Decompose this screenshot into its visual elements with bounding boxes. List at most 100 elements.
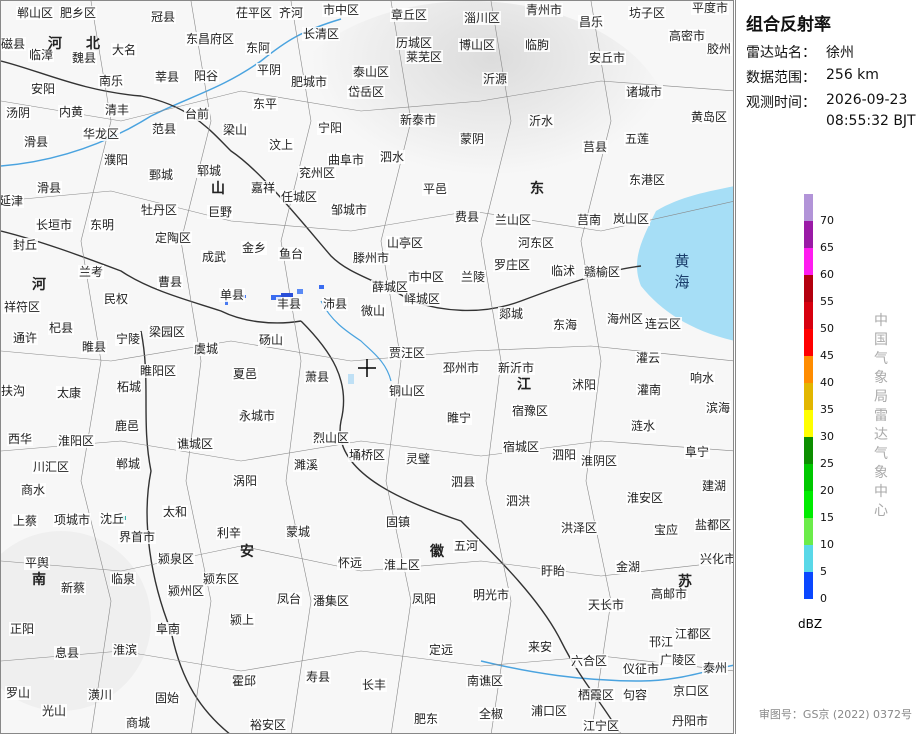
place-label: 莒南 [575,213,603,227]
place-label: 长垣市 [34,218,74,232]
place-label: 商城 [124,716,152,730]
legend-value: 45 [820,349,834,362]
place-label: 泰州 [701,661,729,675]
place-label: 清丰 [103,103,131,117]
place-label: 京口区 [671,684,711,698]
place-label: 邳州市 [441,361,481,375]
radar-station-marker[interactable] [358,359,376,377]
place-label: 建湖 [700,479,728,493]
place-label: 沈丘 [98,512,126,526]
place-label: 淮上区 [382,558,422,572]
place-label: 阳谷 [192,69,220,83]
place-label: 栖霞区 [576,688,616,702]
place-label: 历城区 [394,36,434,50]
place-label: 郓城 [195,164,223,178]
place-label: 霍邱 [230,674,258,688]
place-label: 茌平区 [234,6,274,20]
place-label: 泗县 [449,475,477,489]
legend-swatch [804,410,813,437]
place-label: 金湖 [614,560,642,574]
place-label: 涡阳 [231,474,259,488]
place-label: 沂水 [527,114,555,128]
place-label: 定陶区 [153,231,193,245]
legend-swatch [804,464,813,491]
place-label: 郯城 [497,307,525,321]
place-label: 颍州区 [166,584,206,598]
place-label: 夏邑 [231,367,259,381]
place-label: 项城市 [52,513,92,527]
legend-swatch [804,302,813,329]
place-label: 江都区 [673,627,713,641]
place-label: 明光市 [471,588,511,602]
place-label: 高密市 [667,29,707,43]
place-label: 郸城 [114,457,142,471]
legend-swatch [804,221,813,248]
legend-unit: dBZ [798,617,823,631]
place-label: 东昌府区 [184,32,236,46]
place-label: 长丰 [360,678,388,692]
place-label: 莘县 [153,70,181,84]
place-label: 兰考 [77,265,105,279]
place-label: 虞城 [192,342,220,356]
place-label: 南乐 [97,74,125,88]
place-label: 颍泉区 [156,552,196,566]
echo-cell [319,285,324,289]
place-label: 沂源 [481,72,509,86]
legend-value: 40 [820,376,834,389]
legend-swatch [804,572,813,599]
place-label: 来安 [526,640,554,654]
place-label: 梁园区 [147,325,187,339]
sea-label: 黄海 [674,252,702,291]
place-label: 睢阳区 [138,364,178,378]
place-label: 扶沟 [0,384,27,398]
place-label: 响水 [688,371,716,385]
place-label: 坊子区 [627,6,667,20]
place-label: 安丘市 [587,51,627,65]
place-label: 五河 [452,539,480,553]
place-label: 利辛 [215,526,243,540]
place-label: 淮安区 [625,491,665,505]
place-label: 延津 [1,194,25,208]
place-label: 蒙阴 [458,132,486,146]
place-label: 临朐 [523,38,551,52]
place-label: 灌南 [635,383,663,397]
place-label: 宁陵 [114,332,142,346]
place-label: 连云区 [643,317,683,331]
place-label: 冠县 [149,10,177,24]
place-label: 正阳 [8,622,36,636]
place-label: 太和 [161,505,189,519]
place-label: 滑县 [22,135,50,149]
place-label: 宿城区 [501,440,541,454]
place-label: 邗江 [647,635,675,649]
place-label: 淄川区 [462,11,502,25]
place-label: 萧县 [303,370,331,384]
range-label: 数据范围： [746,70,816,86]
province-label: 安 [240,544,254,560]
legend-value: 25 [820,457,834,470]
place-label: 市中区 [406,270,446,284]
place-label: 凤台 [275,592,303,606]
place-label: 兖州区 [297,166,337,180]
place-label: 费县 [453,210,481,224]
info-panel: 组合反射率 雷达站名： 徐州 数据范围： 256 km 观测时间： 2026-0… [735,0,924,734]
place-label: 东港区 [627,173,667,187]
legend-value: 20 [820,484,834,497]
place-label: 新蔡 [59,581,87,595]
place-label: 东海 [551,318,579,332]
legend-swatch [804,329,813,356]
place-label: 光山 [40,704,68,718]
place-label: 商水 [19,483,47,497]
echo-cell [297,289,303,294]
place-label: 南谯区 [465,674,505,688]
place-label: 泗水 [378,150,406,164]
station-value: 徐州 [826,45,854,61]
province-label: 山 [211,181,225,197]
place-label: 盐都区 [693,518,733,532]
place-label: 东阿 [244,41,272,55]
place-label: 沭阳 [570,378,598,392]
place-label: 濮阳 [102,153,130,167]
place-label: 平度市 [690,1,730,15]
place-label: 平邑 [421,182,449,196]
map-area[interactable]: 郸山区 肥乡区 冠县 茌平区 齐河 市中区 章丘区 淄川区 青州市 昌乐 坊子区 平度市 磁县 临漳 魏县大… [0,0,734,734]
place-label: 微山 [359,304,387,318]
